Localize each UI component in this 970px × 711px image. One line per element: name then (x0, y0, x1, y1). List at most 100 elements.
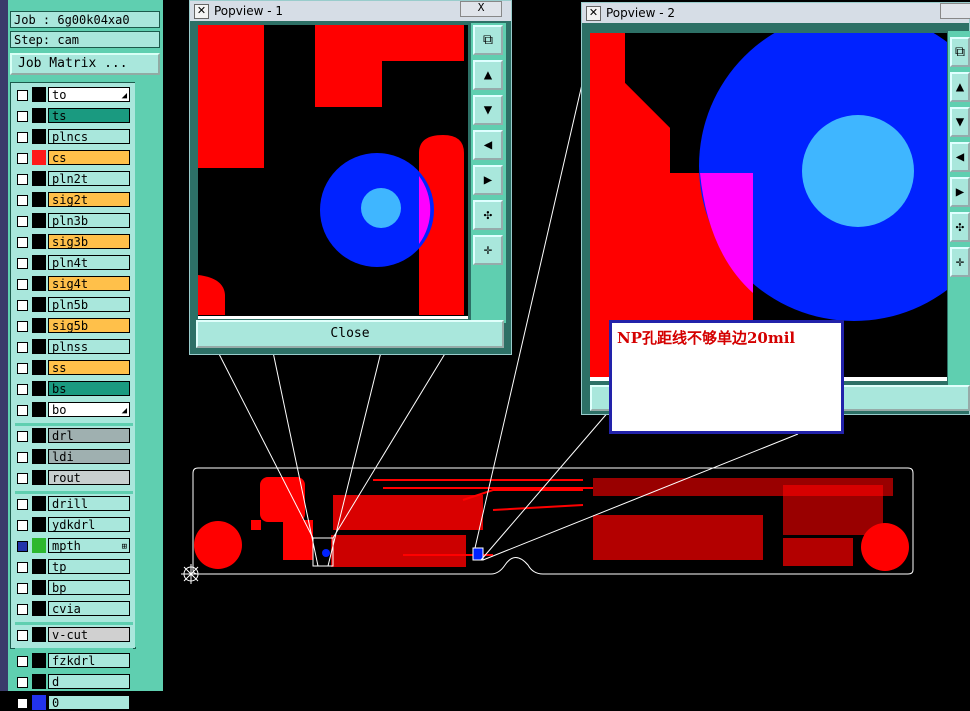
zoom-window-icon[interactable]: ⧉ (950, 37, 970, 67)
layer-checkbox[interactable] (17, 195, 28, 206)
pan-up-icon[interactable]: ▲ (950, 72, 970, 102)
layer-checkbox[interactable] (17, 405, 28, 416)
layer-list-scrollbar[interactable] (135, 82, 160, 647)
layer-row[interactable]: v-cut (15, 627, 143, 643)
layer-checkbox[interactable] (17, 90, 28, 101)
layer-row[interactable]: cvia (15, 601, 143, 617)
layer-checkbox[interactable] (17, 583, 28, 594)
layer-row[interactable]: sig4t (15, 276, 143, 292)
pan-right-icon[interactable]: ▶ (950, 177, 970, 207)
layer-checkbox[interactable] (17, 562, 28, 573)
pan-down-icon[interactable]: ▼ (950, 107, 970, 137)
layer-row[interactable]: drl (15, 428, 143, 444)
layer-row[interactable]: pln4t (15, 255, 143, 271)
layer-checkbox[interactable] (17, 541, 28, 552)
layer-row[interactable]: plnss (15, 339, 143, 355)
layer-name[interactable]: pln4t (48, 255, 130, 270)
layer-checkbox[interactable] (17, 216, 28, 227)
zoom-in-icon[interactable]: ✛ (473, 235, 503, 265)
layer-row[interactable]: rout (15, 470, 143, 486)
layer-name[interactable]: ldi (48, 449, 130, 464)
popview-1-canvas[interactable] (198, 25, 468, 319)
layer-row[interactable]: ldi (15, 449, 143, 465)
layer-name[interactable]: bp (48, 580, 130, 595)
layer-row[interactable]: sig3b (15, 234, 143, 250)
layer-checkbox[interactable] (17, 132, 28, 143)
layer-name[interactable]: drl (48, 428, 130, 443)
layer-name[interactable]: ydkdrl (48, 517, 130, 532)
layer-checkbox[interactable] (17, 258, 28, 269)
zoom-window-icon[interactable]: ⧉ (473, 25, 503, 55)
layer-name[interactable]: bo ◢ (48, 402, 130, 417)
popview-2-close-x[interactable] (940, 3, 970, 19)
layer-checkbox[interactable] (17, 499, 28, 510)
layer-name[interactable]: ts (48, 108, 130, 123)
layer-row[interactable]: d (15, 674, 143, 690)
layer-name[interactable]: mpth ⊞ (48, 538, 130, 553)
layer-checkbox[interactable] (17, 237, 28, 248)
layer-checkbox[interactable] (17, 452, 28, 463)
pan-right-icon[interactable]: ▶ (473, 165, 503, 195)
popview-2-titlebar[interactable]: ✕ Popview - 2 (582, 3, 969, 23)
pan-up-icon[interactable]: ▲ (473, 60, 503, 90)
layer-checkbox[interactable] (17, 300, 28, 311)
layer-name[interactable]: sig5b (48, 318, 130, 333)
layer-checkbox[interactable] (17, 698, 28, 709)
layer-row[interactable]: plncs (15, 129, 143, 145)
layer-row[interactable]: bp (15, 580, 143, 596)
layer-name[interactable]: sig3b (48, 234, 130, 249)
layer-row[interactable]: ss (15, 360, 143, 376)
layer-checkbox[interactable] (17, 473, 28, 484)
layer-row[interactable]: mpth ⊞ (15, 538, 143, 554)
layer-row[interactable]: tp (15, 559, 143, 575)
layer-name[interactable]: bs (48, 381, 130, 396)
layer-name[interactable]: to ◢ (48, 87, 130, 102)
popview-1-close-x[interactable]: X (460, 1, 502, 17)
layer-checkbox[interactable] (17, 321, 28, 332)
layer-name[interactable]: pln3b (48, 213, 130, 228)
layer-name[interactable]: pln2t (48, 171, 130, 186)
layer-name[interactable]: cs (48, 150, 130, 165)
layer-checkbox[interactable] (17, 520, 28, 531)
layer-row[interactable]: ts (15, 108, 143, 124)
layer-row[interactable]: pln2t (15, 171, 143, 187)
zoom-out-icon[interactable]: ✣ (950, 212, 970, 242)
layer-name[interactable]: d (48, 674, 130, 689)
layer-name[interactable]: 0 (48, 695, 130, 710)
layer-row[interactable]: 0 (15, 695, 143, 711)
layer-name[interactable]: pln5b (48, 297, 130, 312)
layer-name[interactable]: plncs (48, 129, 130, 144)
layer-name[interactable]: cvia (48, 601, 130, 616)
layer-row[interactable]: ydkdrl (15, 517, 143, 533)
layer-name[interactable]: plnss (48, 339, 130, 354)
layer-name[interactable]: sig4t (48, 276, 130, 291)
layer-row[interactable]: sig5b (15, 318, 143, 334)
job-matrix-button[interactable]: Job Matrix ... (10, 53, 160, 75)
layer-checkbox[interactable] (17, 174, 28, 185)
layer-checkbox[interactable] (17, 630, 28, 641)
layer-checkbox[interactable] (17, 363, 28, 374)
layer-checkbox[interactable] (17, 342, 28, 353)
layer-name[interactable]: sig2t (48, 192, 130, 207)
layer-name[interactable]: ss (48, 360, 130, 375)
layer-name[interactable]: tp (48, 559, 130, 574)
layer-row[interactable]: sig2t (15, 192, 143, 208)
layer-checkbox[interactable] (17, 153, 28, 164)
layer-row[interactable]: bo ◢ (15, 402, 143, 418)
popview-1-close-button[interactable]: Close (196, 320, 504, 348)
pan-down-icon[interactable]: ▼ (473, 95, 503, 125)
layer-checkbox[interactable] (17, 111, 28, 122)
layer-name[interactable]: rout (48, 470, 130, 485)
layer-row[interactable]: to ◢ (15, 87, 143, 103)
zoom-in-icon[interactable]: ✛ (950, 247, 970, 277)
layer-row[interactable]: drill (15, 496, 143, 512)
layer-row[interactable]: pln3b (15, 213, 143, 229)
layer-checkbox[interactable] (17, 656, 28, 667)
layer-name[interactable]: v-cut (48, 627, 130, 642)
layer-row[interactable]: fzkdrl (15, 653, 143, 669)
layer-checkbox[interactable] (17, 604, 28, 615)
layer-name[interactable]: drill (48, 496, 130, 511)
layer-checkbox[interactable] (17, 279, 28, 290)
layer-name[interactable]: fzkdrl (48, 653, 130, 668)
zoom-out-icon[interactable]: ✣ (473, 200, 503, 230)
